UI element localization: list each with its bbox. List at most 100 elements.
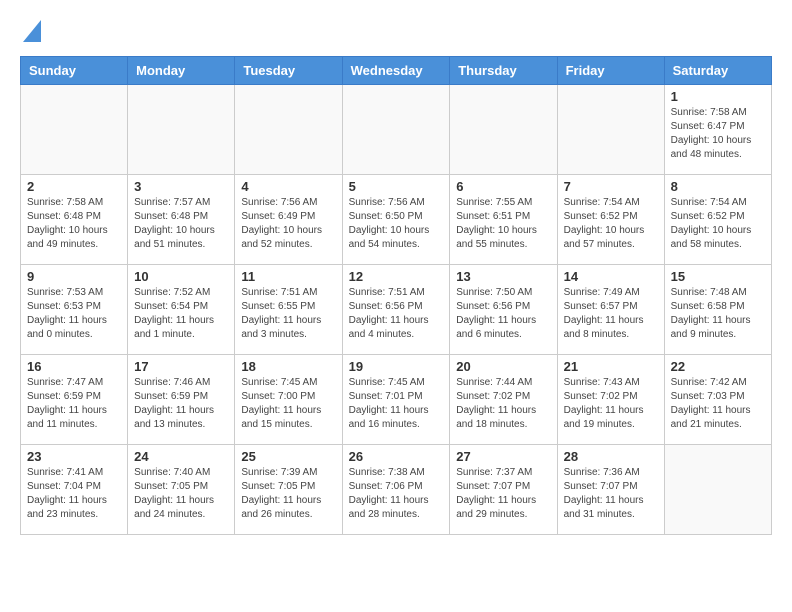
calendar-cell: 8 Sunrise: 7:54 AM Sunset: 6:52 PM Daylig… — [664, 175, 771, 265]
calendar-cell: 21Sunrise: 7:43 AM Sunset: 7:02 PM Dayli… — [557, 355, 664, 445]
day-number: 1 — [671, 89, 765, 104]
day-info: Sunrise: 7:46 AM Sunset: 6:59 PM Dayligh… — [134, 376, 228, 432]
calendar-cell: 9 Sunrise: 7:53 AM Sunset: 6:53 PM Daylig… — [21, 265, 128, 355]
day-info: Sunrise: 7:58 AM Sunset: 6:48 PM Dayligh… — [27, 196, 121, 252]
calendar-cell: 28 Sunrise: 7:36 AM Sunset: 7:07 PM Dayli… — [557, 445, 664, 535]
calendar-header: SundayMondayTuesdayWednesdayThursdayFrid… — [21, 57, 772, 85]
day-number: 19 — [349, 359, 444, 374]
day-number: 24 — [134, 449, 228, 464]
day-info: Sunrise: 7:37 AM Sunset: 7:07 PM Dayligh… — [456, 466, 550, 522]
day-number: 8 — [671, 179, 765, 194]
day-info: Sunrise: 7:55 AM Sunset: 6:51 PM Dayligh… — [456, 196, 550, 252]
day-info: Sunrise: 7:54 AM Sunset: 6:52 PM Dayligh… — [564, 196, 658, 252]
day-info: Sunrise: 7:38 AM Sunset: 7:06 PM Dayligh… — [349, 466, 444, 522]
calendar-cell — [664, 445, 771, 535]
calendar-cell: 27 Sunrise: 7:37 AM Sunset: 7:07 PM Dayli… — [450, 445, 557, 535]
calendar-cell: 1 Sunrise: 7:58 AM Sunset: 6:47 PM Daylig… — [664, 85, 771, 175]
day-info: Sunrise: 7:57 AM Sunset: 6:48 PM Dayligh… — [134, 196, 228, 252]
day-info: Sunrise: 7:47 AM Sunset: 6:59 PM Dayligh… — [27, 376, 121, 432]
day-info: Sunrise: 7:48 AM Sunset: 6:58 PM Dayligh… — [671, 286, 765, 342]
calendar-week: 9 Sunrise: 7:53 AM Sunset: 6:53 PM Daylig… — [21, 265, 772, 355]
calendar-cell: 13 Sunrise: 7:50 AM Sunset: 6:56 PM Dayli… — [450, 265, 557, 355]
calendar-cell — [342, 85, 450, 175]
day-info: Sunrise: 7:54 AM Sunset: 6:52 PM Dayligh… — [671, 196, 765, 252]
day-number: 20 — [456, 359, 550, 374]
day-number: 7 — [564, 179, 658, 194]
day-number: 2 — [27, 179, 121, 194]
calendar-cell: 12 Sunrise: 7:51 AM Sunset: 6:56 PM Dayli… — [342, 265, 450, 355]
calendar-cell: 23 Sunrise: 7:41 AM Sunset: 7:04 PM Dayli… — [21, 445, 128, 535]
calendar-cell: 18 Sunrise: 7:45 AM Sunset: 7:00 PM Dayli… — [235, 355, 342, 445]
day-info: Sunrise: 7:49 AM Sunset: 6:57 PM Dayligh… — [564, 286, 658, 342]
calendar-cell: 6 Sunrise: 7:55 AM Sunset: 6:51 PM Daylig… — [450, 175, 557, 265]
day-number: 3 — [134, 179, 228, 194]
day-info: Sunrise: 7:51 AM Sunset: 6:55 PM Dayligh… — [241, 286, 335, 342]
day-number: 6 — [456, 179, 550, 194]
day-info: Sunrise: 7:36 AM Sunset: 7:07 PM Dayligh… — [564, 466, 658, 522]
weekday-header: Thursday — [450, 57, 557, 85]
day-number: 22 — [671, 359, 765, 374]
calendar-cell — [557, 85, 664, 175]
logo-icon — [23, 20, 41, 42]
day-number: 11 — [241, 269, 335, 284]
day-number: 25 — [241, 449, 335, 464]
day-info: Sunrise: 7:50 AM Sunset: 6:56 PM Dayligh… — [456, 286, 550, 342]
logo — [20, 20, 41, 40]
day-info: Sunrise: 7:52 AM Sunset: 6:54 PM Dayligh… — [134, 286, 228, 342]
day-number: 28 — [564, 449, 658, 464]
calendar-cell: 15 Sunrise: 7:48 AM Sunset: 6:58 PM Dayli… — [664, 265, 771, 355]
day-info: Sunrise: 7:44 AM Sunset: 7:02 PM Dayligh… — [456, 376, 550, 432]
calendar-week: 23 Sunrise: 7:41 AM Sunset: 7:04 PM Dayli… — [21, 445, 772, 535]
calendar-cell — [450, 85, 557, 175]
day-number: 15 — [671, 269, 765, 284]
weekday-header: Tuesday — [235, 57, 342, 85]
day-number: 16 — [27, 359, 121, 374]
day-info: Sunrise: 7:53 AM Sunset: 6:53 PM Dayligh… — [27, 286, 121, 342]
day-number: 17 — [134, 359, 228, 374]
calendar-cell — [128, 85, 235, 175]
calendar-cell: 17 Sunrise: 7:46 AM Sunset: 6:59 PM Dayli… — [128, 355, 235, 445]
day-info: Sunrise: 7:43 AM Sunset: 7:02 PM Dayligh… — [564, 376, 658, 432]
day-number: 14 — [564, 269, 658, 284]
calendar-cell: 11 Sunrise: 7:51 AM Sunset: 6:55 PM Dayli… — [235, 265, 342, 355]
day-number: 23 — [27, 449, 121, 464]
calendar-cell: 19 Sunrise: 7:45 AM Sunset: 7:01 PM Dayli… — [342, 355, 450, 445]
day-info: Sunrise: 7:58 AM Sunset: 6:47 PM Dayligh… — [671, 106, 765, 162]
calendar-cell: 4 Sunrise: 7:56 AM Sunset: 6:49 PM Daylig… — [235, 175, 342, 265]
calendar-week: 2 Sunrise: 7:58 AM Sunset: 6:48 PM Daylig… — [21, 175, 772, 265]
calendar-cell: 25 Sunrise: 7:39 AM Sunset: 7:05 PM Dayli… — [235, 445, 342, 535]
calendar-week: 1 Sunrise: 7:58 AM Sunset: 6:47 PM Daylig… — [21, 85, 772, 175]
day-info: Sunrise: 7:56 AM Sunset: 6:49 PM Dayligh… — [241, 196, 335, 252]
calendar-cell: 14 Sunrise: 7:49 AM Sunset: 6:57 PM Dayli… — [557, 265, 664, 355]
calendar-week: 16 Sunrise: 7:47 AM Sunset: 6:59 PM Dayli… — [21, 355, 772, 445]
calendar-cell: 20 Sunrise: 7:44 AM Sunset: 7:02 PM Dayli… — [450, 355, 557, 445]
day-number: 27 — [456, 449, 550, 464]
day-number: 18 — [241, 359, 335, 374]
calendar-cell: 10Sunrise: 7:52 AM Sunset: 6:54 PM Dayli… — [128, 265, 235, 355]
day-number: 13 — [456, 269, 550, 284]
day-number: 9 — [27, 269, 121, 284]
weekday-header: Monday — [128, 57, 235, 85]
day-number: 5 — [349, 179, 444, 194]
day-info: Sunrise: 7:56 AM Sunset: 6:50 PM Dayligh… — [349, 196, 444, 252]
calendar: SundayMondayTuesdayWednesdayThursdayFrid… — [20, 56, 772, 535]
weekday-header: Wednesday — [342, 57, 450, 85]
day-number: 12 — [349, 269, 444, 284]
calendar-cell: 16 Sunrise: 7:47 AM Sunset: 6:59 PM Dayli… — [21, 355, 128, 445]
calendar-cell: 22Sunrise: 7:42 AM Sunset: 7:03 PM Dayli… — [664, 355, 771, 445]
day-number: 26 — [349, 449, 444, 464]
day-number: 4 — [241, 179, 335, 194]
calendar-cell: 26 Sunrise: 7:38 AM Sunset: 7:06 PM Dayli… — [342, 445, 450, 535]
day-info: Sunrise: 7:45 AM Sunset: 7:00 PM Dayligh… — [241, 376, 335, 432]
day-info: Sunrise: 7:41 AM Sunset: 7:04 PM Dayligh… — [27, 466, 121, 522]
calendar-cell: 24Sunrise: 7:40 AM Sunset: 7:05 PM Dayli… — [128, 445, 235, 535]
header — [20, 20, 772, 40]
calendar-cell: 2 Sunrise: 7:58 AM Sunset: 6:48 PM Daylig… — [21, 175, 128, 265]
weekday-header: Sunday — [21, 57, 128, 85]
day-info: Sunrise: 7:45 AM Sunset: 7:01 PM Dayligh… — [349, 376, 444, 432]
weekday-header: Saturday — [664, 57, 771, 85]
calendar-cell: 3 Sunrise: 7:57 AM Sunset: 6:48 PM Daylig… — [128, 175, 235, 265]
day-info: Sunrise: 7:39 AM Sunset: 7:05 PM Dayligh… — [241, 466, 335, 522]
day-info: Sunrise: 7:51 AM Sunset: 6:56 PM Dayligh… — [349, 286, 444, 342]
calendar-cell: 7 Sunrise: 7:54 AM Sunset: 6:52 PM Daylig… — [557, 175, 664, 265]
